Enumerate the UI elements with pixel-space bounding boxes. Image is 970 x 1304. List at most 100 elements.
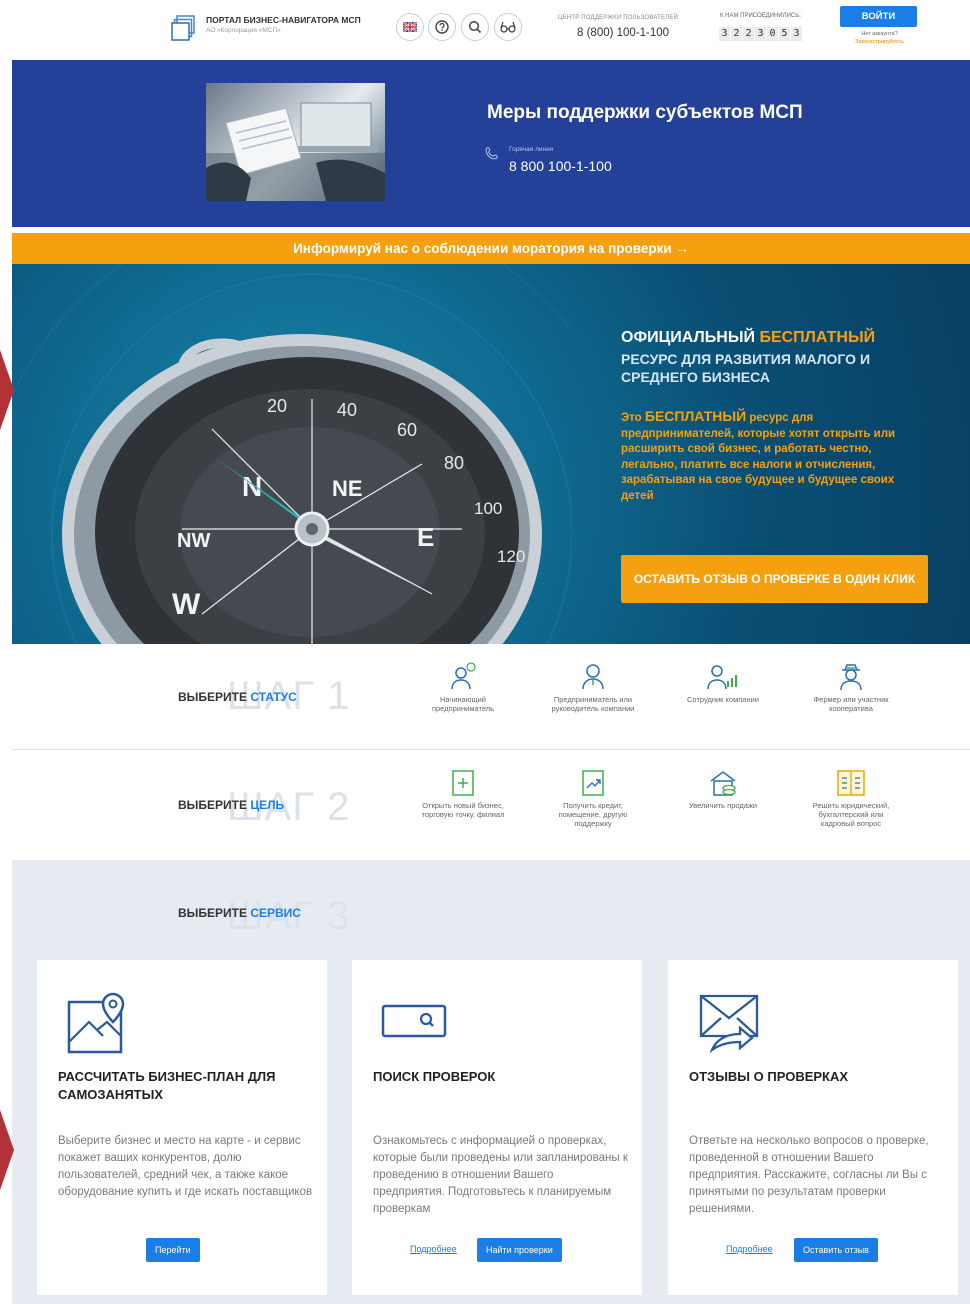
counter-digit: 3 (791, 27, 802, 41)
find-inspections-button[interactable]: Найти проверки (477, 1238, 562, 1262)
phone-icon (485, 146, 498, 160)
flag-uk-icon (403, 22, 417, 32)
go-button[interactable]: Перейти (146, 1238, 200, 1262)
help-button[interactable] (428, 13, 456, 41)
step-label: ВЫБЕРИТЕ СТАТУС (178, 690, 297, 704)
svg-text:120: 120 (497, 547, 525, 566)
goal-option-label: Открыть новый бизнес, торговую точку, фи… (421, 801, 505, 819)
compass-illustration: 20 40 60 80 100 120 N NE E NW W (12, 264, 572, 644)
goal-option-new-business[interactable]: Открыть новый бизнес, торговую точку, фи… (413, 769, 513, 819)
status-option-farmer[interactable]: Фермер или участник кооператива (801, 661, 901, 713)
no-account-text: Нет аккаунта? (861, 31, 898, 37)
svg-text:80: 80 (444, 453, 464, 473)
hero-desc-prefix: Это (621, 412, 645, 424)
card-description: Ответьте на несколько вопросов о проверк… (689, 1135, 929, 1215)
support-phone[interactable]: 8 (800) 100-1-100 (577, 27, 669, 39)
svg-text:40: 40 (337, 400, 357, 420)
search-button[interactable] (461, 13, 489, 41)
step-label-accent: ЦЕЛЬ (250, 798, 285, 812)
hero-heading-line2: РЕСУРС ДЛЯ РАЗВИТИЯ МАЛОГО И СРЕДНЕГО БИ… (621, 351, 871, 385)
moratorium-strip-link[interactable]: Информируй нас о соблюдении моратория на… (12, 233, 970, 264)
status-option-label: Фермер или участник кооператива (813, 695, 889, 713)
hero-heading-highlight: БЕСПЛАТНЫЙ (759, 329, 876, 346)
joined-label: К НАМ ПРИСОЕДИНИЛИСЬ: (720, 13, 801, 19)
hero-description: Это БЕСПЛАТНЫЙ ресурс для предпринимател… (621, 408, 921, 504)
service-card-inspection-search[interactable]: ПОИСК ПРОВЕРОК Ознакомьтесь с информацие… (352, 960, 642, 1295)
leave-review-card-button[interactable]: Оставить отзыв (794, 1238, 878, 1262)
more-link[interactable]: Подробнее (726, 1244, 773, 1254)
counter-digit: 3 (755, 27, 766, 41)
top-header: ПОРТАЛ БИЗНЕС-НАВИГАТОРА МСП АО «Корпора… (0, 0, 970, 60)
step-label-prefix: ВЫБЕРИТЕ (178, 690, 251, 704)
card-title: РАССЧИТАТЬ БИЗНЕС-ПЛАН ДЛЯ САМОЗАНЯТЫХ (58, 1069, 276, 1102)
support-measures-banner[interactable]: Меры поддержки субъектов МСП Горячая лин… (12, 60, 970, 227)
portal-logo-title[interactable]: ПОРТАЛ БИЗНЕС-НАВИГАТОРА МСП (206, 15, 361, 25)
status-option-label: Предприниматель или руководитель компани… (551, 695, 635, 713)
search-inspections-icon (381, 1004, 447, 1038)
step-label-accent: СТАТУС (250, 690, 297, 704)
goal-option-legal[interactable]: Решить юридический, бухгалтерский или ка… (801, 769, 901, 828)
envelope-icon (699, 994, 759, 1054)
step-3-service: ШАГ 3 ВЫБЕРИТЕ СЕРВИС (12, 860, 970, 948)
leave-review-button[interactable]: ОСТАВИТЬ ОТЗЫВ О ПРОВЕРКЕ В ОДИН КЛИК (621, 555, 928, 603)
svg-text:W: W (172, 588, 201, 621)
portal-logo-subtitle: АО «Корпорация «МСП» (206, 27, 281, 34)
hero-desc-highlight: БЕСПЛАТНЫЙ (644, 408, 747, 424)
svg-text:100: 100 (474, 499, 502, 518)
step-label-prefix: ВЫБЕРИТЕ (178, 906, 251, 920)
step-2-goal: ШАГ 2 ВЫБЕРИТЕ ЦЕЛЬ Открыть новый бизнес… (12, 751, 970, 859)
hero-heading-prefix: ОФИЦИАЛЬНЫЙ (621, 329, 760, 346)
step-label: ВЫБЕРИТЕ ЦЕЛЬ (178, 798, 284, 812)
hotline-phone[interactable]: 8 800 100-1-100 (509, 158, 612, 174)
portal-logo-icon[interactable] (171, 15, 195, 41)
counter-digit: 5 (779, 27, 790, 41)
svg-text:NE: NE (332, 476, 363, 501)
svg-text:20: 20 (267, 396, 287, 416)
status-option-beginner[interactable]: Начинающий предприниматель (413, 661, 513, 713)
joined-counter: 3 2 2 3 0 5 3 (719, 27, 802, 41)
counter-digit: 3 (719, 27, 730, 41)
register-link[interactable]: Зарегистрируйтесь (842, 39, 917, 45)
map-pin-icon (67, 992, 125, 1054)
more-link[interactable]: Подробнее (410, 1244, 457, 1254)
svg-text:60: 60 (397, 420, 417, 440)
service-card-business-plan[interactable]: РАССЧИТАТЬ БИЗНЕС-ПЛАН ДЛЯ САМОЗАНЯТЫХ В… (37, 960, 327, 1295)
status-option-label: Сотрудник компании (687, 695, 759, 704)
goal-option-label: Решить юридический, бухгалтерский или ка… (812, 801, 890, 828)
svg-text:E: E (417, 522, 434, 552)
banner-photo (206, 83, 385, 201)
hero-section: 20 40 60 80 100 120 N NE E NW W ОФИЦИАЛЬ… (12, 264, 970, 644)
goal-option-credit[interactable]: Получить кредит, помещение, другую подде… (543, 769, 643, 828)
beginner-entrepreneur-icon (451, 662, 476, 690)
side-arrow-tab-upper[interactable] (0, 350, 14, 430)
language-button[interactable] (396, 13, 424, 41)
side-arrow-tab-lower[interactable] (0, 1110, 14, 1190)
hero-desc-rest: ресурс для предпринимателей, которые хот… (621, 412, 896, 502)
help-icon (435, 20, 449, 34)
status-option-employee[interactable]: Сотрудник компании (673, 661, 773, 704)
card-description: Выберите бизнес и место на карте - и сер… (58, 1135, 313, 1198)
new-business-icon (452, 770, 474, 796)
svg-text:NW: NW (177, 530, 210, 552)
step-label-prefix: ВЫБЕРИТЕ (178, 798, 251, 812)
goal-option-sales[interactable]: Увеличить продажи (673, 769, 773, 810)
glasses-icon (500, 21, 516, 33)
accessibility-button[interactable] (494, 13, 522, 41)
credit-icon (582, 770, 604, 796)
service-card-inspection-reviews[interactable]: ОТЗЫВЫ О ПРОВЕРКАХ Ответьте на несколько… (668, 960, 958, 1295)
support-center-label: ЦЕНТР ПОДДЕРЖКИ ПОЛЬЗОВАТЕЛЕЙ: (558, 15, 680, 21)
login-button[interactable]: ВОЙТИ (840, 6, 917, 27)
legal-question-icon (837, 770, 865, 796)
step-1-status: ШАГ 1 ВЫБЕРИТЕ СТАТУС Начинающий предпри… (12, 644, 970, 750)
business-documents-image (206, 102, 385, 201)
entrepreneur-icon (582, 664, 604, 690)
hotline-label: Горячая линия (509, 146, 554, 153)
banner-title: Меры поддержки субъектов МСП (487, 102, 803, 123)
card-description: Ознакомьтесь с информацией о проверках, … (373, 1135, 628, 1215)
status-option-entrepreneur[interactable]: Предприниматель или руководитель компани… (543, 661, 643, 713)
sales-icon (710, 771, 736, 796)
goal-option-label: Увеличить продажи (688, 801, 758, 810)
card-title: ОТЗЫВЫ О ПРОВЕРКАХ (689, 1069, 849, 1084)
counter-digit: 0 (767, 27, 778, 41)
employee-icon (707, 665, 737, 690)
